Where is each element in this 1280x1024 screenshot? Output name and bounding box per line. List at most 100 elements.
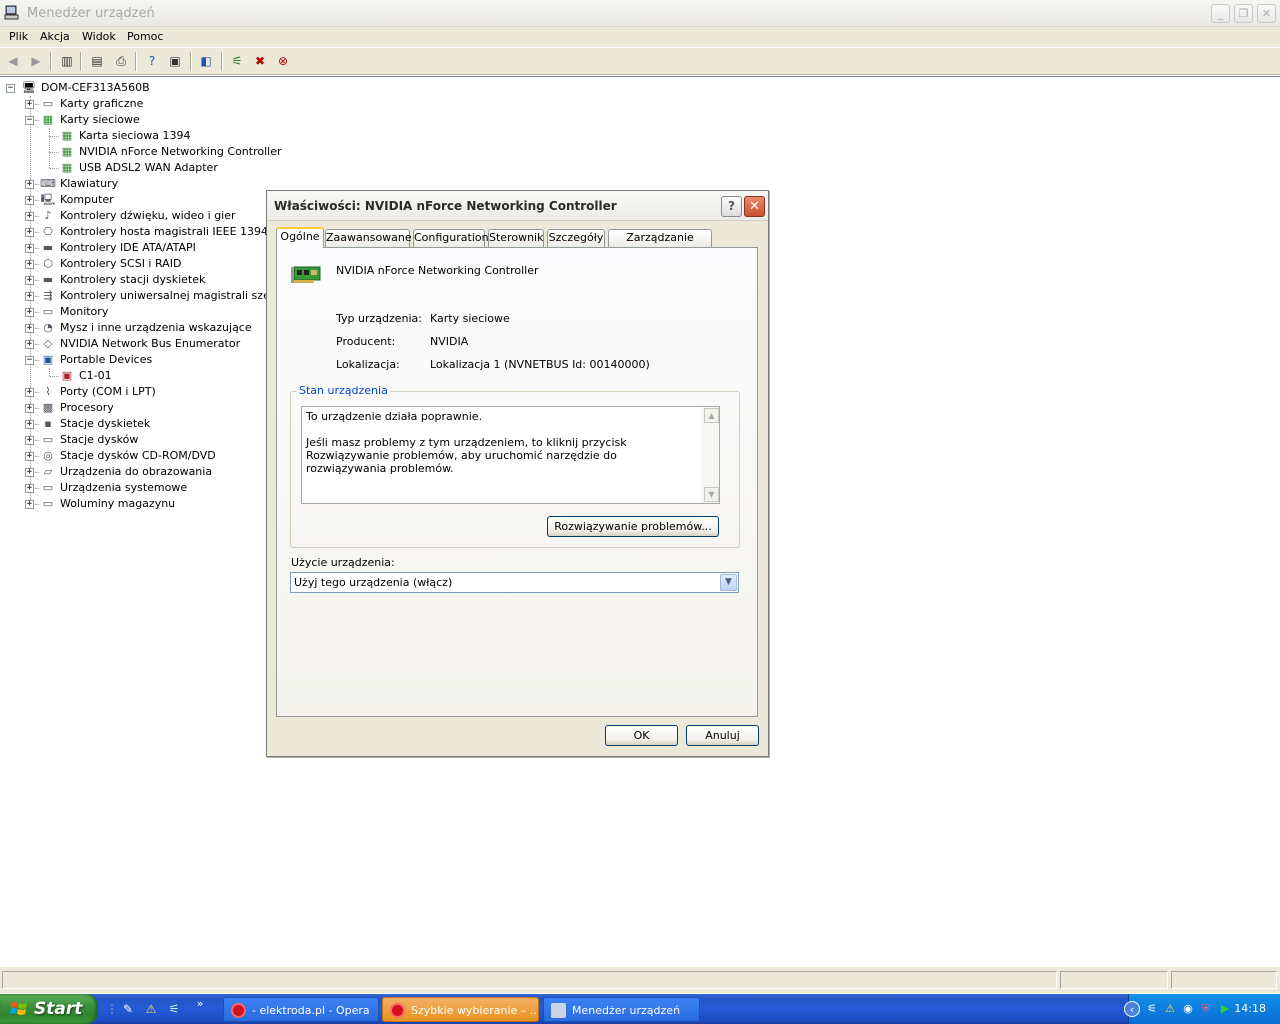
- expand-toggle[interactable]: +: [25, 468, 34, 477]
- menu-widok[interactable]: Widok: [82, 30, 116, 43]
- tree-category-label: Karty graficzne: [60, 97, 144, 110]
- tray-status-icon[interactable]: ◉: [1180, 1001, 1196, 1017]
- update-driver-icon[interactable]: ⚟: [229, 53, 245, 69]
- dialog-help-button[interactable]: ?: [721, 196, 742, 217]
- dialog-title: Właściwości: NVIDIA nForce Networking Co…: [274, 199, 617, 213]
- expand-toggle[interactable]: +: [25, 436, 34, 445]
- tab-ogolne[interactable]: Ogólne: [276, 227, 324, 248]
- tree-category-label: Monitory: [60, 305, 109, 318]
- expand-toggle[interactable]: +: [25, 244, 34, 253]
- taskbar-item-opera[interactable]: - elektroda.pl - Opera: [223, 997, 379, 1022]
- chevron-down-icon[interactable]: ▼: [720, 574, 737, 591]
- scroll-up-icon[interactable]: ▲: [704, 408, 719, 423]
- expand-toggle[interactable]: −: [25, 116, 34, 125]
- menu-akcja[interactable]: Akcja: [40, 30, 70, 43]
- device-status-legend: Stan urządzenia: [297, 384, 390, 397]
- show-hide-console-tree-icon[interactable]: ▥: [59, 53, 75, 69]
- tree-line: [35, 424, 39, 425]
- toolbar-separator: [221, 52, 223, 71]
- quicklaunch-notepad-icon[interactable]: ✎: [120, 1001, 136, 1017]
- expand-toggle[interactable]: +: [25, 276, 34, 285]
- expand-toggle[interactable]: +: [25, 404, 34, 413]
- tray-app-icon[interactable]: ⚠: [1162, 1001, 1178, 1017]
- collapse-root-toggle[interactable]: −: [6, 84, 15, 93]
- dialog-close-button[interactable]: ✕: [744, 196, 765, 217]
- usb-icon: ⇶: [43, 289, 53, 302]
- expand-toggle[interactable]: +: [25, 420, 34, 429]
- scroll-down-icon[interactable]: ▼: [704, 487, 719, 502]
- expand-toggle[interactable]: +: [25, 500, 34, 509]
- menu-pomoc[interactable]: Pomoc: [127, 30, 163, 43]
- opera-icon: [390, 1003, 405, 1018]
- sound-icon: ♪: [44, 209, 52, 222]
- expand-toggle[interactable]: +: [25, 260, 34, 269]
- network-tray-icon[interactable]: ⚟: [1144, 1001, 1160, 1017]
- tree-category-label: Procesory: [60, 401, 114, 414]
- tab-configuration[interactable]: Configuration: [413, 229, 489, 247]
- clock: 14:18: [1234, 1002, 1266, 1015]
- dialog-titlebar[interactable]: Właściwości: NVIDIA nForce Networking Co…: [267, 191, 768, 221]
- quicklaunch-app-icon[interactable]: ⚠: [143, 1001, 159, 1017]
- storage-volume-icon: ▭: [42, 497, 54, 510]
- tree-category-label: Komputer: [60, 193, 114, 206]
- scan-hardware-icon[interactable]: ◧: [198, 53, 214, 69]
- expand-toggle[interactable]: +: [25, 484, 34, 493]
- tab-zaawansowane[interactable]: Zaawansowane: [325, 229, 412, 247]
- tree-category-label: Mysz i inne urządzenia wskazujące: [60, 321, 252, 334]
- taskbar-item-device-manager[interactable]: Menedżer urządzeń: [543, 997, 700, 1022]
- tree-line: [35, 120, 39, 121]
- expand-toggle[interactable]: +: [25, 292, 34, 301]
- ok-button[interactable]: OK: [605, 725, 678, 746]
- expand-toggle[interactable]: +: [25, 180, 34, 189]
- expand-toggle[interactable]: +: [25, 100, 34, 109]
- tree-line: [49, 152, 59, 153]
- expand-toggle[interactable]: +: [25, 452, 34, 461]
- quicklaunch-network-icon[interactable]: ⚟: [166, 1001, 182, 1017]
- print-icon[interactable]: ⎙: [113, 53, 129, 69]
- expand-toggle[interactable]: +: [25, 228, 34, 237]
- forward-arrow-icon[interactable]: ▶: [28, 53, 44, 69]
- tree-line: [35, 232, 39, 233]
- tree-category-label: Kontrolery stacji dyskietek: [60, 273, 206, 286]
- show-hide-action-pane-icon[interactable]: ▣: [167, 53, 183, 69]
- status-scrollbar[interactable]: ▲ ▼: [702, 407, 719, 503]
- tab-sterownik[interactable]: Sterownik: [488, 229, 544, 247]
- back-arrow-icon[interactable]: ◀: [5, 53, 21, 69]
- tree-category-label: Urządzenia systemowe: [60, 481, 188, 494]
- expand-toggle[interactable]: +: [25, 388, 34, 397]
- expand-toggle[interactable]: +: [25, 308, 34, 317]
- taskbar-item-speed-dial[interactable]: Szybkie wybieranie – ...: [382, 997, 539, 1022]
- play-icon[interactable]: ▶: [1217, 1001, 1233, 1017]
- tray-collapse-icon[interactable]: ‹: [1124, 1001, 1140, 1017]
- cancel-button[interactable]: Anuluj: [686, 725, 759, 746]
- minimize-button[interactable]: _: [1211, 4, 1230, 23]
- tree-category-label: Kontrolery dźwięku, wideo i gier: [60, 209, 236, 222]
- expand-toggle[interactable]: −: [25, 356, 34, 365]
- properties-icon[interactable]: ▤: [89, 53, 105, 69]
- disable-device-icon[interactable]: ⊗: [275, 53, 291, 69]
- tab-zarzadzanie-energia[interactable]: Zarządzanie energią: [608, 229, 712, 260]
- device-usage-select[interactable]: Użyj tego urządzenia (włącz) ▼: [290, 572, 739, 593]
- close-window-button[interactable]: ✕: [1257, 4, 1276, 23]
- uninstall-icon[interactable]: ✖: [252, 53, 268, 69]
- start-button[interactable]: Start: [0, 994, 98, 1024]
- expand-toggle[interactable]: +: [25, 324, 34, 333]
- window-titlebar[interactable]: Menedżer urządzeń _ ❐ ✕: [0, 0, 1280, 27]
- tree-category-label: Stacje dysków CD-ROM/DVD: [60, 449, 216, 462]
- menu-plik[interactable]: Plik: [9, 30, 28, 43]
- shield-icon[interactable]: ⛨: [1198, 1001, 1214, 1017]
- troubleshoot-button[interactable]: Rozwiązywanie problemów...: [547, 516, 719, 537]
- tree-device-label: USB ADSL2 WAN Adapter: [79, 161, 218, 174]
- expand-toggle[interactable]: +: [25, 340, 34, 349]
- ieee1394-icon: ⎔: [43, 225, 53, 238]
- tree-line: [49, 368, 50, 376]
- status-segment: [1060, 971, 1168, 989]
- device-status-textbox[interactable]: To urządzenie działa poprawnie. Jeśli ma…: [301, 406, 720, 504]
- tab-szczegoly[interactable]: Szczegóły: [547, 229, 605, 247]
- help-icon[interactable]: ?: [144, 53, 160, 69]
- maximize-button[interactable]: ❐: [1234, 4, 1253, 23]
- expand-toggle[interactable]: +: [25, 212, 34, 221]
- expand-toggle[interactable]: +: [25, 196, 34, 205]
- quicklaunch-overflow-icon[interactable]: »: [192, 996, 208, 1012]
- tree-line: [35, 296, 39, 297]
